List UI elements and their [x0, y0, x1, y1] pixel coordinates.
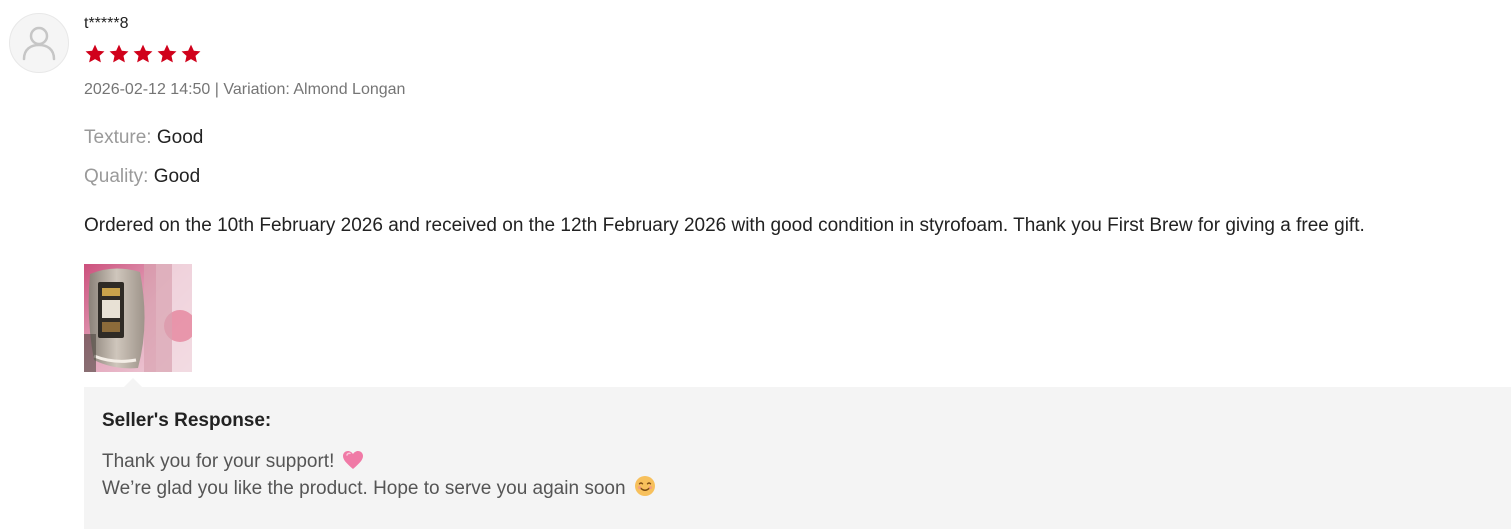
rating-stars — [84, 43, 202, 65]
review-meta: 2026-02-12 14:50 | Variation: Almond Lon… — [84, 80, 405, 100]
attribute-texture: Texture: Good — [84, 126, 203, 150]
meta-separator: | — [210, 81, 224, 98]
attribute-value: Good — [156, 127, 204, 148]
star-icon — [133, 44, 153, 63]
star-icon — [109, 44, 129, 63]
seller-response-text: We’re glad you like the product. Hope to… — [102, 478, 626, 499]
star-icon — [181, 44, 201, 63]
attribute-label: Texture: — [84, 127, 152, 148]
seller-response-title: Seller's Response: — [102, 410, 272, 431]
review-photo[interactable] — [84, 264, 192, 372]
seller-response-line: Thank you for your support! — [102, 450, 364, 474]
attribute-value: Good — [153, 166, 201, 187]
seller-response-text: Thank you for your support! — [102, 451, 335, 472]
product-photo-thumbnail — [84, 264, 192, 372]
review-date: 2026-02-12 14:50 — [84, 81, 211, 98]
seller-response-line: We’re glad you like the product. Hope to… — [102, 475, 656, 501]
default-user-icon — [22, 26, 56, 61]
star-icon — [157, 44, 177, 63]
review-text: Ordered on the 10th February 2026 and re… — [84, 215, 1365, 236]
avatar[interactable] — [9, 13, 69, 73]
reviewer-username[interactable]: t*****8 — [84, 14, 128, 34]
seller-response: Seller's Response: Thank you for your su… — [84, 378, 1511, 529]
response-pointer — [124, 378, 142, 387]
smiling-face-emoji — [634, 476, 655, 496]
star-icon — [85, 44, 105, 63]
attribute-quality: Quality: Good — [84, 165, 200, 189]
attribute-label: Quality: — [84, 166, 149, 187]
pink-heart-emoji — [343, 451, 364, 469]
variation-value: Almond Longan — [293, 81, 406, 98]
variation-label: Variation: — [223, 81, 294, 98]
